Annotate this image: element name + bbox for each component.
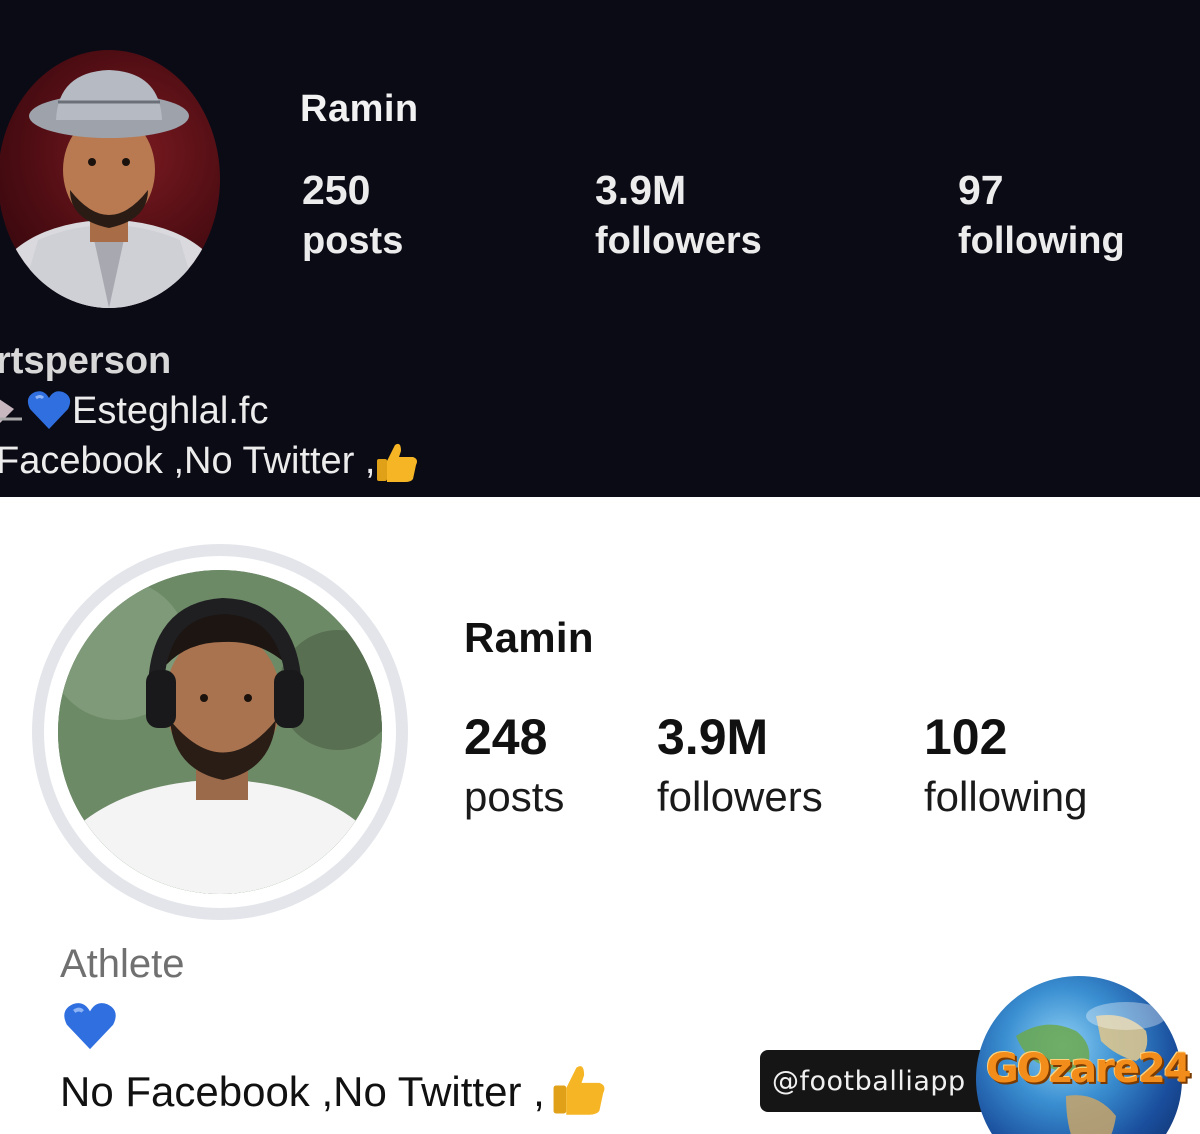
new-followers-label: followers bbox=[657, 773, 823, 820]
new-posts-count: 248 bbox=[464, 709, 548, 765]
old-following-stat[interactable]: 97 following bbox=[958, 168, 1125, 270]
old-username: Ramin bbox=[300, 88, 419, 130]
new-bio-category: Athlete bbox=[60, 942, 185, 986]
old-following-label: following bbox=[958, 220, 1125, 262]
old-bio-social-text: Facebook ,No Twitter , bbox=[0, 440, 376, 482]
old-bio-line-1: Esteghlal.fc bbox=[0, 386, 419, 436]
old-bio-category: rtsperson bbox=[0, 340, 172, 382]
handle-watermark-text: @footballiapp bbox=[772, 1066, 966, 1097]
new-followers-count: 3.9M bbox=[657, 709, 769, 765]
old-following-count: 97 bbox=[958, 167, 1004, 213]
thumbs-up-icon bbox=[377, 443, 418, 482]
new-posts-stat[interactable]: 248 posts bbox=[464, 708, 564, 828]
new-avatar-illustration bbox=[58, 570, 382, 894]
old-bio-line-2: Facebook ,No Twitter , bbox=[0, 436, 419, 486]
old-profile-avatar[interactable] bbox=[0, 50, 220, 308]
old-avatar-illustration bbox=[0, 70, 220, 308]
new-profile-avatar[interactable] bbox=[58, 570, 382, 894]
partial-emoji-icon bbox=[0, 399, 22, 423]
new-posts-label: posts bbox=[464, 773, 565, 820]
new-following-count: 102 bbox=[924, 709, 1008, 765]
gozare24-logo-text: GOzare24 bbox=[986, 1046, 1192, 1092]
old-posts-stat[interactable]: 250 posts bbox=[302, 168, 403, 270]
new-username: Ramin bbox=[464, 614, 594, 661]
old-posts-label: posts bbox=[302, 220, 404, 262]
old-followers-count: 3.9M bbox=[595, 167, 687, 213]
old-profile-panel: Ramin 250 posts 3.9M followers 97 follow… bbox=[0, 0, 1200, 497]
old-followers-stat[interactable]: 3.9M followers bbox=[595, 168, 762, 270]
new-bio-social-text: No Facebook ,No Twitter , bbox=[60, 1068, 545, 1115]
blue-heart-icon bbox=[27, 391, 71, 429]
old-bio-club: Esteghlal.fc bbox=[72, 390, 269, 432]
blue-heart-icon bbox=[62, 1000, 118, 1052]
old-bio: rtsperson Esteghlal.fc Facebook ,No Twit… bbox=[0, 336, 419, 486]
old-followers-label: followers bbox=[595, 220, 762, 262]
new-following-label: following bbox=[924, 773, 1088, 820]
thumbs-up-icon bbox=[553, 1066, 605, 1115]
new-bio-line: No Facebook ,No Twitter , bbox=[60, 1060, 607, 1116]
new-following-stat[interactable]: 102 following bbox=[924, 708, 1087, 828]
new-followers-stat[interactable]: 3.9M followers bbox=[657, 708, 823, 828]
old-posts-count: 250 bbox=[302, 167, 371, 213]
